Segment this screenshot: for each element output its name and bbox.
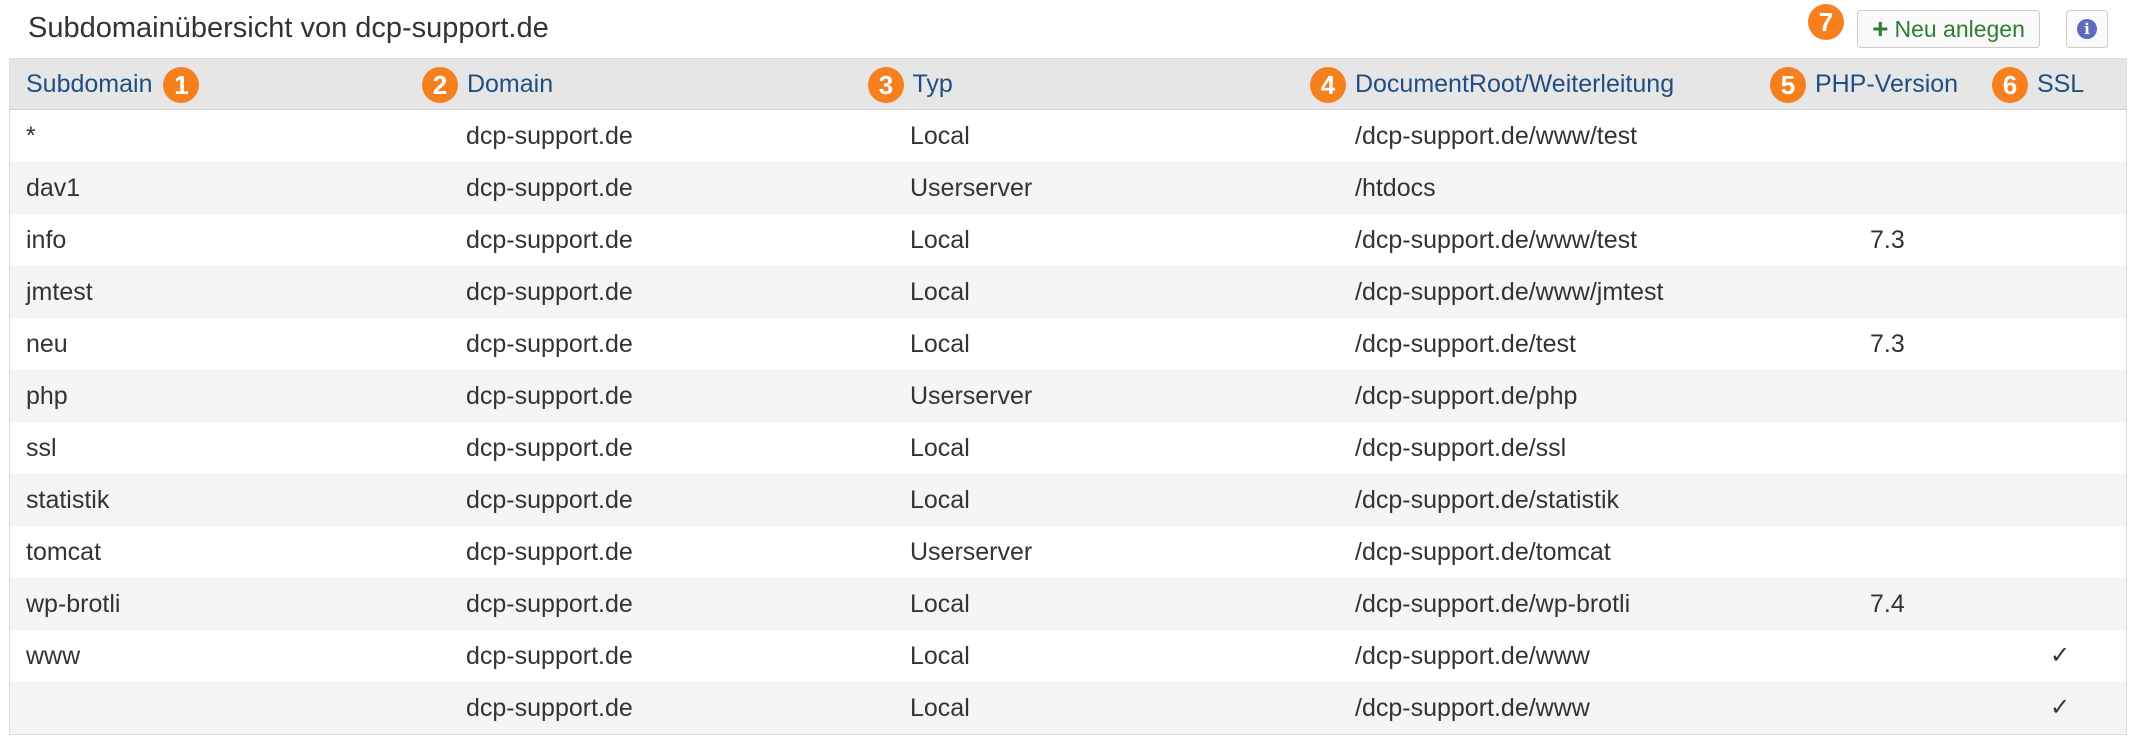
cell-domain: dcp-support.de	[466, 642, 633, 670]
cell-domain: dcp-support.de	[466, 434, 633, 462]
table-row[interactable]: wp-brotli dcp-support.de Local /dcp-supp…	[10, 578, 2126, 630]
new-subdomain-button-label: Neu anlegen	[1894, 16, 2025, 42]
table-row[interactable]: dcp-support.de Local /dcp-support.de/www…	[10, 682, 2126, 734]
cell-domain: dcp-support.de	[466, 278, 633, 306]
cell-subdomain: info	[26, 226, 67, 254]
cell-php-version: 7.4	[1870, 590, 1905, 618]
cell-php-version: 7.3	[1870, 226, 1905, 254]
column-header-documentroot[interactable]: 4 DocumentRoot/Weiterleitung	[1310, 59, 1674, 109]
cell-subdomain: jmtest	[26, 278, 93, 306]
info-button[interactable]: i	[2066, 10, 2108, 48]
cell-type: Local	[910, 486, 970, 514]
cell-subdomain: wp-brotli	[26, 590, 121, 618]
table-row[interactable]: php dcp-support.de Userserver /dcp-suppo…	[10, 370, 2126, 422]
cell-subdomain: tomcat	[26, 538, 102, 566]
cell-subdomain: www	[26, 642, 81, 670]
cell-documentroot: /dcp-support.de/test	[1355, 330, 1576, 358]
cell-subdomain: *	[26, 122, 36, 150]
cell-php-version: 7.3	[1870, 330, 1905, 358]
callout-badge-3: 3	[868, 67, 904, 104]
page-title: Subdomainübersicht von dcp-support.de	[28, 12, 549, 44]
table-row[interactable]: info dcp-support.de Local /dcp-support.d…	[10, 214, 2126, 266]
cell-documentroot: /dcp-support.de/ssl	[1355, 434, 1567, 462]
cell-documentroot: /dcp-support.de/statistik	[1355, 486, 1620, 514]
table-row[interactable]: * dcp-support.de Local /dcp-support.de/w…	[10, 110, 2126, 162]
cell-domain: dcp-support.de	[466, 226, 633, 254]
column-header-php-version[interactable]: 5 PHP-Version	[1770, 59, 1958, 109]
cell-type: Local	[910, 694, 970, 722]
subdomain-table: Subdomain 1 2 Domain 3 Typ 4 DocumentRoo…	[9, 58, 2127, 735]
page-header: Subdomainübersicht von dcp-support.de 7 …	[0, 0, 2136, 58]
table-row[interactable]: tomcat dcp-support.de Userserver /dcp-su…	[10, 526, 2126, 578]
column-header-label: DocumentRoot/Weiterleitung	[1354, 70, 1675, 98]
callout-badge-7: 7	[1808, 4, 1844, 40]
cell-domain: dcp-support.de	[466, 122, 633, 150]
callout-badge-5: 5	[1770, 67, 1806, 104]
cell-type: Userserver	[910, 538, 1033, 566]
column-header-type[interactable]: 3 Typ	[868, 59, 953, 109]
callout-badge-4: 4	[1310, 67, 1346, 104]
table-row[interactable]: www dcp-support.de Local /dcp-support.de…	[10, 630, 2126, 682]
table-row[interactable]: ssl dcp-support.de Local /dcp-support.de…	[10, 422, 2126, 474]
column-header-ssl[interactable]: 6 SSL	[1992, 59, 2084, 109]
cell-domain: dcp-support.de	[466, 382, 633, 410]
cell-domain: dcp-support.de	[466, 330, 633, 358]
ssl-check-icon: ✓	[2050, 694, 2071, 721]
cell-documentroot: /dcp-support.de/www/jmtest	[1355, 278, 1664, 306]
new-subdomain-button[interactable]: + Neu anlegen	[1857, 10, 2040, 48]
cell-subdomain: php	[26, 382, 68, 410]
cell-subdomain: dav1	[26, 174, 81, 202]
plus-icon: +	[1872, 13, 1889, 44]
cell-domain: dcp-support.de	[466, 590, 633, 618]
table-body: * dcp-support.de Local /dcp-support.de/w…	[10, 110, 2126, 734]
table-row[interactable]: jmtest dcp-support.de Local /dcp-support…	[10, 266, 2126, 318]
cell-type: Local	[910, 330, 970, 358]
cell-subdomain: ssl	[26, 434, 57, 462]
cell-documentroot: /dcp-support.de/tomcat	[1355, 538, 1611, 566]
cell-type: Userserver	[910, 382, 1033, 410]
cell-type: Local	[910, 122, 970, 150]
cell-documentroot: /dcp-support.de/www/test	[1355, 122, 1638, 150]
callout-badge-6: 6	[1992, 67, 2028, 104]
column-header-label: PHP-Version	[1814, 70, 1959, 98]
callout-badge-1: 1	[163, 67, 200, 104]
cell-type: Local	[910, 278, 970, 306]
cell-subdomain: neu	[26, 330, 68, 358]
cell-documentroot: /dcp-support.de/www	[1355, 694, 1590, 722]
cell-domain: dcp-support.de	[466, 694, 633, 722]
cell-subdomain: statistik	[26, 486, 110, 514]
table-row[interactable]: dav1 dcp-support.de Userserver /htdocs	[10, 162, 2126, 214]
cell-type: Local	[910, 590, 970, 618]
column-header-domain[interactable]: 2 Domain	[422, 59, 553, 109]
table-header-row: Subdomain 1 2 Domain 3 Typ 4 DocumentRoo…	[10, 58, 2126, 110]
cell-domain: dcp-support.de	[466, 174, 633, 202]
cell-documentroot: /dcp-support.de/www	[1355, 642, 1590, 670]
callout-badge-2: 2	[422, 67, 458, 104]
column-header-subdomain[interactable]: Subdomain 1	[26, 59, 200, 109]
column-header-label: Subdomain	[26, 70, 153, 98]
cell-type: Local	[910, 226, 970, 254]
cell-documentroot: /htdocs	[1355, 174, 1436, 202]
ssl-check-icon: ✓	[2050, 642, 2071, 669]
cell-type: Local	[910, 434, 970, 462]
column-header-label: SSL	[2036, 70, 2085, 98]
cell-documentroot: /dcp-support.de/www/test	[1355, 226, 1638, 254]
table-row[interactable]: statistik dcp-support.de Local /dcp-supp…	[10, 474, 2126, 526]
column-header-label: Typ	[912, 70, 953, 98]
table-row[interactable]: neu dcp-support.de Local /dcp-support.de…	[10, 318, 2126, 370]
cell-type: Userserver	[910, 174, 1033, 202]
cell-domain: dcp-support.de	[466, 538, 633, 566]
cell-documentroot: /dcp-support.de/php	[1355, 382, 1578, 410]
cell-documentroot: /dcp-support.de/wp-brotli	[1355, 590, 1631, 618]
info-icon: i	[2077, 19, 2097, 39]
column-header-label: Domain	[466, 70, 554, 98]
cell-domain: dcp-support.de	[466, 486, 633, 514]
cell-type: Local	[910, 642, 970, 670]
